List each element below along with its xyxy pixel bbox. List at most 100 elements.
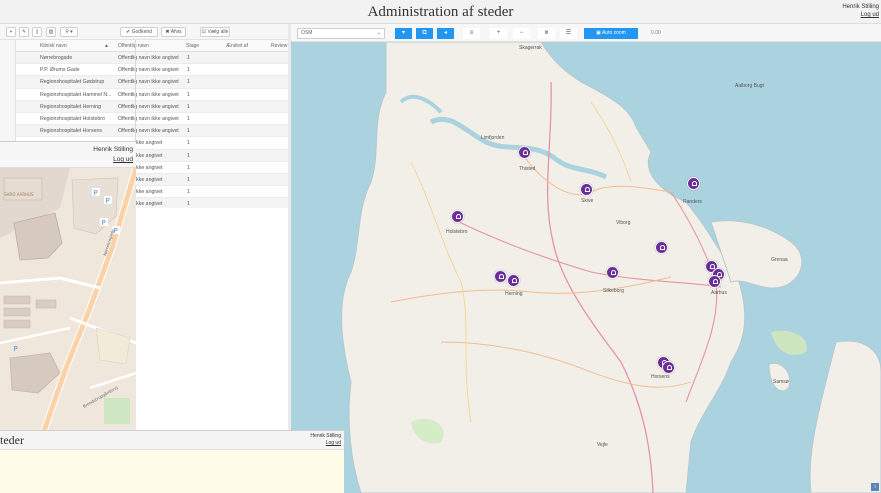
overlay-window-citymap: Henrik Stilling Log ud P P P P P SHRO AA… [0,141,136,431]
table-row[interactable]: Nørrebrogade Offentlig navn ikke angivet 1 [16,52,288,65]
cell-stage: 1 [187,201,190,208]
col-public-name[interactable]: Offentlig navn [118,43,149,49]
table-row[interactable]: Regionshospitalet Gødstrup Offentlig navn… [16,76,288,89]
cell-public-name: Offentlig navn ikke angivet [118,91,179,98]
overlay-window-bottom: teder Henrik Stilling Log ud [0,430,344,493]
search-icon: ⚲ [65,29,69,35]
bottom-overlay-user-box: Henrik Stilling Log ud [310,433,341,447]
cell-clinical-name: Regionshospitalet Herning [40,103,101,110]
cell-stage: 1 [187,152,190,159]
location-marker[interactable] [451,210,464,223]
map-label-grenaa: Grenaa [771,257,788,263]
citymap-place-label: SHRO AARHUS [4,192,34,197]
table-row[interactable]: Regionshospitalet Holstebro Offentlig nav… [16,113,288,126]
list-filter-icon[interactable]: ☰ [560,28,577,39]
cell-stage: 1 [187,67,190,74]
cell-clinical-name: Regionshospitalet Holstebro [40,115,105,122]
pencil-icon[interactable]: ✎ [19,27,29,37]
table-header: Klinisk navn ▲ Offentlig navn Stage Ændr… [16,40,288,52]
location-marker[interactable] [606,266,619,279]
bottom-overlay-user-name: Henrik Stilling [310,433,341,439]
filter-icon[interactable]: ⩸ [538,28,555,39]
user-name: Henrik Stilling [842,4,879,10]
layer-select-value: OSM [301,30,313,36]
auto-zoom-button[interactable]: ▣ Auto zoom [584,28,638,39]
svg-text:P: P [14,345,18,353]
col-clinical-name[interactable]: Klinisk navn [40,43,67,49]
cell-stage: 1 [187,115,190,122]
cell-public-name: Offentlig navn ikke angivet [118,103,179,110]
layer-select[interactable]: OSM ⌄ [297,28,385,39]
cell-public-name: Offentlig navn ikke angivet [118,115,179,122]
reject-button[interactable]: ✖ Afvis [161,27,186,37]
map-label-thisted: Thisted [519,166,536,172]
logout-link[interactable]: Log ud [842,11,879,19]
cell-public-name: Offentlig navn ikke angivet [118,79,179,86]
cell-public-name: Offentlig navn ikke angivet [118,128,179,135]
plus-icon[interactable]: + [6,27,16,37]
map-label-aalborg-bugt: Aalborg Bugt [735,83,764,89]
map-label-limfjorden: Limfjorden [481,135,505,141]
overlay-user-name: Henrik Stilling [93,146,133,153]
info-icon[interactable]: i [871,483,879,491]
city-map-graphics: P P P P P SHRO AARHUS Nørrebrogade Brend… [0,168,136,431]
table-row[interactable]: Regionshospitalet Hammel N... Offentlig n… [16,89,288,101]
document-icon[interactable]: ▯ [32,27,42,37]
zoom-in-icon[interactable]: + [490,28,507,39]
map-label-randers: Randers [683,199,702,205]
col-review[interactable]: Review [271,43,287,49]
table-row[interactable]: Regionshospitalet Herning Offentlig navn … [16,100,288,113]
cell-public-name: Offentlig navn ikke angivet [118,67,179,74]
overlay-header: Henrik Stilling Log ud [0,142,136,168]
zoom-value: 0.00 [651,30,661,36]
list-icon[interactable]: ≡ [463,28,480,39]
cell-public-name: Offentlig navn ikke angivet [118,55,179,61]
col-changed-by[interactable]: Ændret af [226,43,248,49]
chevron-down-icon: ⌄ [376,30,381,36]
location-marker[interactable] [708,275,721,288]
auto-zoom-label: Auto zoom [601,30,626,36]
cell-stage: 1 [187,91,190,98]
sort-asc-icon[interactable]: ▲ [104,43,109,49]
location-marker[interactable] [662,361,675,374]
location-marker[interactable] [518,146,531,159]
search-dropdown[interactable]: ⚲ ▾ [60,27,78,37]
cell-stage: 1 [187,189,190,196]
location-marker[interactable] [580,183,593,196]
layers-icon[interactable]: ⧉ [416,28,433,39]
overlay-user-box: Henrik Stilling Log ud [93,145,133,165]
col-stage[interactable]: Stage [186,43,199,49]
table-row[interactable]: P.P. Ørums Gade Offentlig navn ikke angiv… [16,64,288,77]
cell-clinical-name: Regionshospitalet Horsens [40,128,102,135]
table-row[interactable]: Regionshospitalet Horsens Offentlig navn … [16,125,288,138]
map-label-aarhus: Aarhus [711,290,727,296]
bottom-overlay-header: teder Henrik Stilling Log ud [0,431,344,450]
location-marker[interactable] [655,241,668,254]
cell-stage: 1 [187,164,190,171]
cell-clinical-name: Nørrebrogade [40,55,73,61]
overlay-logout-link[interactable]: Log ud [93,155,133,165]
map-label-holstebro: Holstebro [446,229,468,235]
svg-text:P: P [106,197,110,205]
cell-stage: 1 [187,128,190,135]
arrow-left-icon[interactable]: ◂ [437,28,454,39]
map-land [341,42,881,493]
trash-icon[interactable]: ▥ [46,27,56,37]
svg-text:P: P [102,219,106,227]
approve-button[interactable]: ✔ Godkend [120,27,158,37]
map-label-viborg: Viborg [616,220,631,226]
select-all-button[interactable]: ☑ Vælg alle [200,27,230,37]
zoom-out-icon[interactable]: − [513,28,530,39]
city-map[interactable]: P P P P P SHRO AARHUS Nørrebrogade Brend… [0,168,136,431]
pin-icon[interactable]: ▾ [395,28,412,39]
location-marker[interactable] [507,274,520,287]
cell-stage: 1 [187,103,190,110]
map-view[interactable]: Skagerrak Aalborg Bugt Samsø Limfjorden … [291,42,881,493]
map-label-samso: Samsø [773,379,789,385]
bottom-overlay-logout-link[interactable]: Log ud [310,440,341,447]
location-marker[interactable] [494,270,507,283]
table-toolbar: + ✎ ▯ ▥ ⚲ ▾ ✔ Godkend ✖ Afvis ☑ Vælg all… [0,24,288,40]
page-title: Administration af steder [367,4,514,20]
location-marker[interactable] [687,177,700,190]
map-label-skagerrak: Skagerrak [519,45,542,51]
